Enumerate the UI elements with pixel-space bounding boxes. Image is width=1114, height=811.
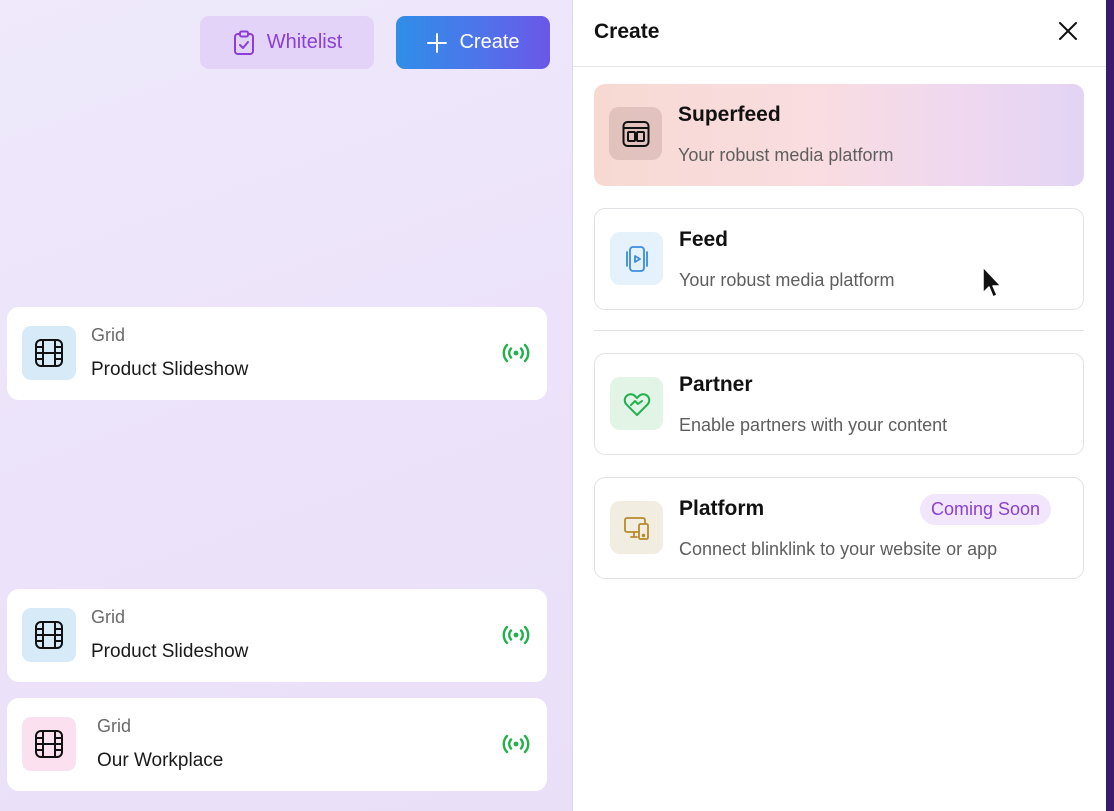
panel-edge [1106,0,1114,811]
option-superfeed[interactable]: Superfeed Your robust media platform [594,84,1084,186]
live-broadcast-icon [502,343,530,363]
whitelist-button[interactable]: Whitelist [200,16,374,69]
card-title: Product Slideshow [91,359,249,380]
option-title: Feed [679,228,729,251]
card-kind: Grid [97,716,132,736]
grid-thumbnail [22,326,76,380]
card-kind: Grid [91,607,126,627]
option-title: Platform [679,497,765,520]
grid-card[interactable]: Grid Product Slideshow [7,307,547,400]
card-title: Product Slideshow [91,641,249,662]
platform-icon [610,501,663,554]
create-label: Create [459,31,520,53]
feed-icon [610,232,663,285]
live-broadcast-icon [502,625,530,645]
film-icon [35,339,63,367]
coming-soon-badge: Coming Soon [920,494,1052,525]
option-description: Your robust media platform [678,145,894,165]
card-kind: Grid [91,325,126,345]
grid-card[interactable]: Grid Our Workplace [7,698,547,791]
grid-thumbnail [22,608,76,662]
grid-card[interactable]: Grid Product Slideshow [7,589,547,682]
option-description: Enable partners with your content [679,415,948,435]
close-icon[interactable] [1057,20,1079,42]
partner-icon [610,377,663,430]
option-title: Partner [679,373,753,396]
option-description: Connect blinklink to your website or app [679,539,998,559]
content-area: Whitelist Create Grid Product Slideshow [0,0,572,811]
clipboard-check-icon [232,30,256,56]
mouse-cursor-icon [982,266,1002,298]
whitelist-label: Whitelist [266,31,343,53]
option-platform[interactable]: Platform Coming Soon Connect blinklink t… [594,477,1084,579]
option-feed[interactable]: Feed Your robust media platform [594,208,1084,310]
option-description: Your robust media platform [679,270,895,290]
create-panel: Create Superfeed Your robust media platf… [572,0,1107,811]
panel-header: Create [573,0,1107,67]
grid-thumbnail [22,717,76,771]
option-partner[interactable]: Partner Enable partners with your conten… [594,353,1084,455]
plus-icon [426,32,448,54]
panel-title: Create [594,20,660,43]
option-title: Superfeed [678,103,781,126]
divider [594,330,1084,331]
film-icon [35,730,63,758]
live-broadcast-icon [502,734,530,754]
create-button[interactable]: Create [396,16,550,69]
film-icon [35,621,63,649]
card-title: Our Workplace [97,750,224,771]
superfeed-icon [609,107,662,160]
